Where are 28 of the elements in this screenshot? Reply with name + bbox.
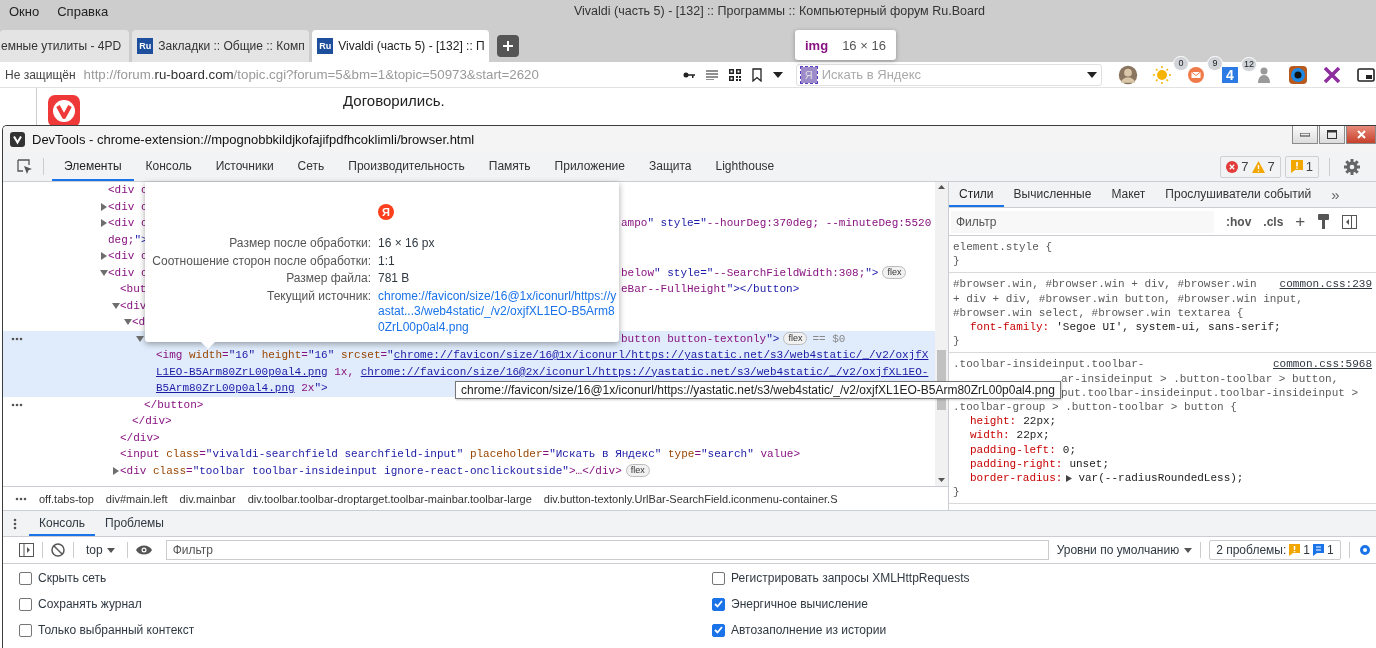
css-selector: #browser.win, #browser.win + div, #browser.win: [953, 277, 1257, 292]
element-tooltip: img 16 × 16: [795, 30, 896, 60]
css-selector: ar-insideinput > .button-toolbar > button,: [1061, 371, 1339, 386]
window-title: Vivaldi (часть 5) - [132] :: Программы :: Компьютерный форум Ru.Board: [573, 4, 985, 18]
preview-label: Соотношение сторон после обработки:: [151, 253, 371, 269]
closing-brace: }: [953, 485, 960, 500]
favicon-preview: Я: [378, 204, 394, 220]
preview-label: Текущий источник:: [266, 288, 371, 305]
closing-brace: }: [953, 254, 960, 269]
preview-value: 1:1: [378, 253, 396, 269]
css-selector: .toolbar-insideinput.toolbar-: [953, 357, 1145, 372]
preview-value: 16 × 16 px: [378, 236, 436, 252]
css-selector: put.toolbar-insideinput.toolbar-insideinput >: [1061, 385, 1359, 401]
window-title: DevTools - chrome-extension://mpognobbkildjkofajifpdfhcoklimli/browser.html: [32, 131, 475, 147]
closing-brace: }: [953, 334, 960, 349]
css-selector: .toolbar-group > .button-toolbar > button {: [953, 400, 1237, 415]
selected-node-marker: == $0: [812, 331, 846, 347]
css-selector: element.style {: [953, 240, 1053, 255]
preview-label: Размер файла:: [285, 271, 371, 287]
preview-label: Размер после обработки:: [228, 236, 371, 252]
link-tooltip: chrome://favicon/size/16@1x/iconurl/https://yastatic.net/s3/web4static/_/v2/oxjfXL1EO-B5Arm80ZrL00p0al4.png: [455, 381, 1061, 399]
post-text: Договорились.: [343, 92, 445, 109]
css-selector: + div + div, #browser.win button, #browser.win input,: [953, 291, 1303, 306]
site-favicon: Ru: [317, 38, 334, 54]
css-selector: #browser.win select, #browser.win textarea {: [953, 305, 1244, 320]
preview-value: 781 B: [378, 271, 411, 287]
site-favicon: Ru: [137, 38, 154, 54]
search-engine-icon: Я: [800, 66, 817, 83]
